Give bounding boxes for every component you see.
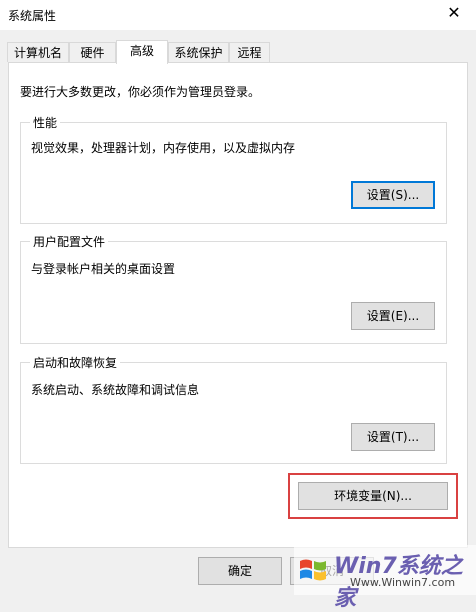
tab-hardware[interactable]: 硬件 bbox=[69, 42, 116, 62]
performance-settings-button[interactable]: 设置(S)... bbox=[351, 181, 435, 209]
tab-system-protection[interactable]: 系统保护 bbox=[168, 42, 229, 62]
watermark: Win7系统之家 Www.Winwin7.com bbox=[294, 545, 476, 611]
window-title: 系统属性 bbox=[8, 9, 57, 23]
close-icon[interactable]: ✕ bbox=[444, 2, 464, 24]
admin-notice: 要进行大多数更改，你必须作为管理员登录。 bbox=[20, 85, 261, 99]
tab-computer-name[interactable]: 计算机名 bbox=[7, 42, 69, 62]
startup-recovery-group-title: 启动和故障恢复 bbox=[30, 354, 121, 371]
startup-recovery-description: 系统启动、系统故障和调试信息 bbox=[31, 383, 200, 397]
performance-description: 视觉效果，处理器计划，内存使用，以及虚拟内存 bbox=[31, 141, 296, 155]
startup-recovery-settings-button[interactable]: 设置(T)... bbox=[351, 423, 435, 451]
user-profiles-group-title: 用户配置文件 bbox=[30, 233, 109, 250]
title-bar: 系统属性 ✕ bbox=[0, 0, 476, 30]
user-profiles-description: 与登录帐户相关的桌面设置 bbox=[31, 262, 176, 276]
tab-advanced[interactable]: 高级 bbox=[116, 40, 168, 64]
ok-button[interactable]: 确定 bbox=[198, 557, 282, 585]
tab-remote[interactable]: 远程 bbox=[229, 42, 270, 62]
user-profiles-group: 用户配置文件 与登录帐户相关的桌面设置 设置(E)... bbox=[20, 233, 447, 344]
user-profiles-settings-button[interactable]: 设置(E)... bbox=[351, 302, 435, 330]
performance-group: 性能 视觉效果，处理器计划，内存使用，以及虚拟内存 设置(S)... bbox=[20, 114, 447, 224]
windows-logo-icon bbox=[300, 559, 326, 581]
performance-group-title: 性能 bbox=[30, 114, 61, 131]
watermark-url: Www.Winwin7.com bbox=[350, 576, 456, 589]
startup-recovery-group: 启动和故障恢复 系统启动、系统故障和调试信息 设置(T)... bbox=[20, 354, 447, 464]
environment-variables-button[interactable]: 环境变量(N)... bbox=[298, 482, 448, 510]
